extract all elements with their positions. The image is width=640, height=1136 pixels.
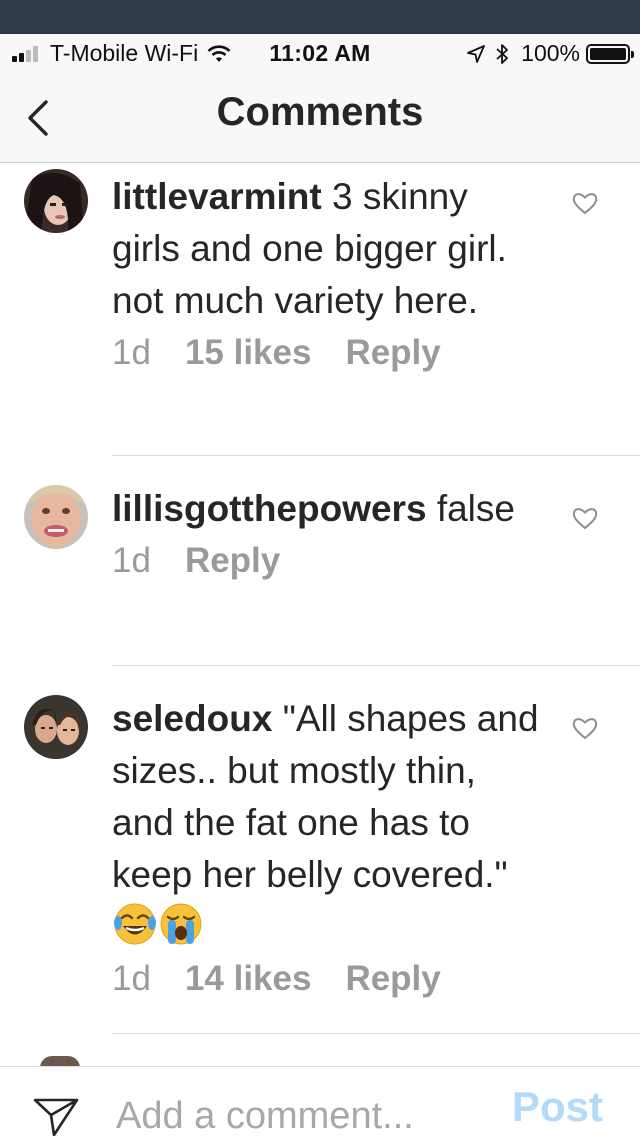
comment-username[interactable]: lillisgotthepowers	[112, 488, 427, 529]
comment-divider	[112, 1033, 640, 1034]
loudly-crying-face-icon	[160, 903, 202, 945]
status-right: 100%	[467, 40, 634, 67]
battery-percentage: 100%	[521, 40, 580, 66]
comment-meta: 1d 14 likes Reply	[112, 959, 542, 999]
comment-time: 1d	[112, 959, 151, 998]
comment-likes[interactable]: 14 likes	[185, 959, 312, 999]
comment-input[interactable]	[116, 1091, 476, 1136]
battery-icon	[586, 43, 634, 64]
comment-meta: 1d 15 likes Reply	[112, 333, 542, 373]
comment-time: 1d	[112, 541, 151, 580]
comment-username[interactable]: seledoux	[112, 698, 272, 739]
comment-body: seledoux "All shapes and sizes.. but mos…	[112, 693, 542, 999]
comment-text: lillisgotthepowers false	[112, 483, 542, 535]
bluetooth-icon	[496, 43, 509, 64]
comment-divider	[112, 455, 640, 456]
status-bar: T-Mobile Wi-Fi 11:02 AM 100%	[0, 34, 640, 74]
reply-button[interactable]: Reply	[345, 959, 440, 999]
post-button[interactable]: Post	[512, 1083, 603, 1131]
comment-body: littlevarmint 3 skinny girls and one big…	[112, 171, 542, 373]
navigation-bar: Comments	[0, 74, 640, 163]
avatar[interactable]	[24, 695, 88, 759]
comment-composer: Post	[0, 1066, 640, 1136]
comment-username[interactable]: littlevarmint	[112, 176, 322, 217]
face-with-tears-of-joy-icon	[114, 903, 156, 945]
comments-list[interactable]: littlevarmint 3 skinny girls and one big…	[0, 163, 640, 1066]
page-title: Comments	[216, 90, 424, 134]
comment-content: false	[436, 488, 515, 529]
comment-text: seledoux "All shapes and sizes.. but mos…	[112, 693, 542, 953]
comment-likes[interactable]: 15 likes	[185, 333, 312, 373]
avatar[interactable]	[24, 485, 88, 549]
reply-button[interactable]: Reply	[185, 541, 280, 581]
comment-time: 1d	[112, 333, 151, 372]
avatar[interactable]	[24, 169, 88, 233]
comment-divider	[112, 665, 640, 666]
top-strip	[0, 0, 640, 34]
comment-text: littlevarmint 3 skinny girls and one big…	[112, 171, 542, 327]
comment-meta: 1d Reply	[112, 541, 542, 581]
comment-body: lillisgotthepowers false 1d Reply	[112, 483, 542, 581]
direct-send-icon[interactable]	[33, 1097, 79, 1136]
location-arrow-icon	[467, 44, 486, 63]
like-heart-icon[interactable]	[571, 190, 599, 216]
like-heart-icon[interactable]	[571, 505, 599, 531]
reply-button[interactable]: Reply	[345, 333, 440, 373]
like-heart-icon[interactable]	[571, 715, 599, 741]
